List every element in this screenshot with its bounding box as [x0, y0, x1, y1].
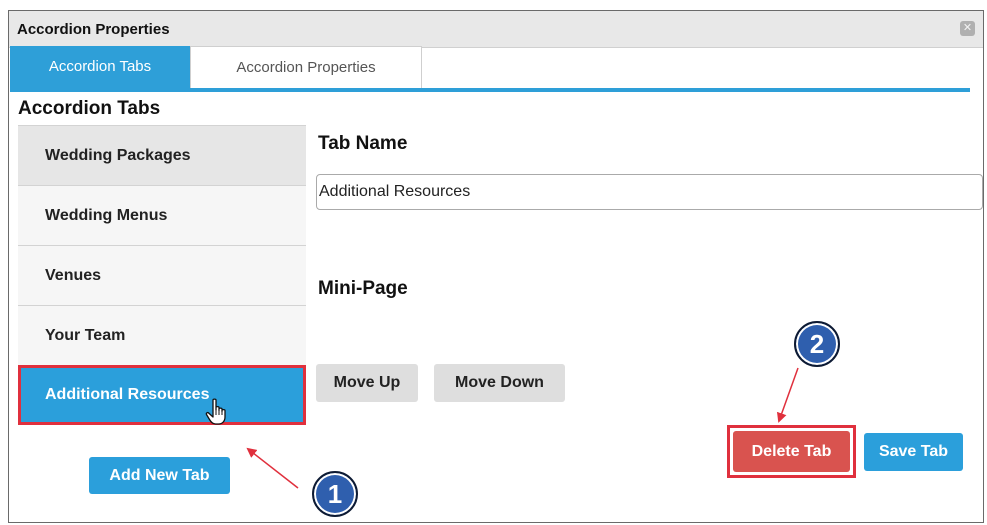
tab-accordion-properties[interactable]: Accordion Properties	[190, 46, 422, 88]
hand-pointer-icon	[205, 398, 226, 425]
tab-underline	[10, 88, 970, 92]
callout-1: 1	[312, 471, 358, 517]
tab-item-label: Wedding Menus	[45, 207, 168, 224]
tab-name-label: Tab Name	[318, 133, 408, 154]
tab-item-additional-resources[interactable]: Additional Resources	[18, 365, 306, 425]
tab-strip: Accordion Tabs Accordion Properties	[10, 46, 970, 92]
tab-name-input[interactable]	[316, 174, 983, 210]
move-up-button[interactable]: Move Up	[316, 364, 418, 402]
tab-item-label: Your Team	[45, 327, 126, 344]
tab-item-your-team[interactable]: Your Team	[18, 305, 306, 365]
add-new-tab-button[interactable]: Add New Tab	[89, 457, 230, 494]
tab-item-wedding-menus[interactable]: Wedding Menus	[18, 185, 306, 245]
mini-page-label: Mini-Page	[318, 278, 408, 299]
move-down-button[interactable]: Move Down	[434, 364, 565, 402]
dialog-titlebar: Accordion Properties ✕	[9, 11, 983, 48]
tab-item-venues[interactable]: Venues	[18, 245, 306, 305]
callout-2: 2	[794, 321, 840, 367]
delete-tab-button[interactable]: Delete Tab	[733, 431, 850, 472]
tab-item-label: Additional Resources	[45, 386, 210, 403]
tab-item-label: Wedding Packages	[45, 147, 191, 164]
tab-item-wedding-packages[interactable]: Wedding Packages	[18, 125, 306, 185]
save-tab-button[interactable]: Save Tab	[864, 433, 963, 471]
accordion-tab-list: Wedding Packages Wedding Menus Venues Yo…	[18, 125, 306, 425]
accordion-tabs-heading: Accordion Tabs	[18, 98, 161, 119]
dialog-title: Accordion Properties	[17, 21, 170, 38]
close-icon[interactable]: ✕	[960, 21, 975, 36]
tab-accordion-tabs[interactable]: Accordion Tabs	[10, 46, 190, 88]
tab-item-label: Venues	[45, 267, 102, 284]
